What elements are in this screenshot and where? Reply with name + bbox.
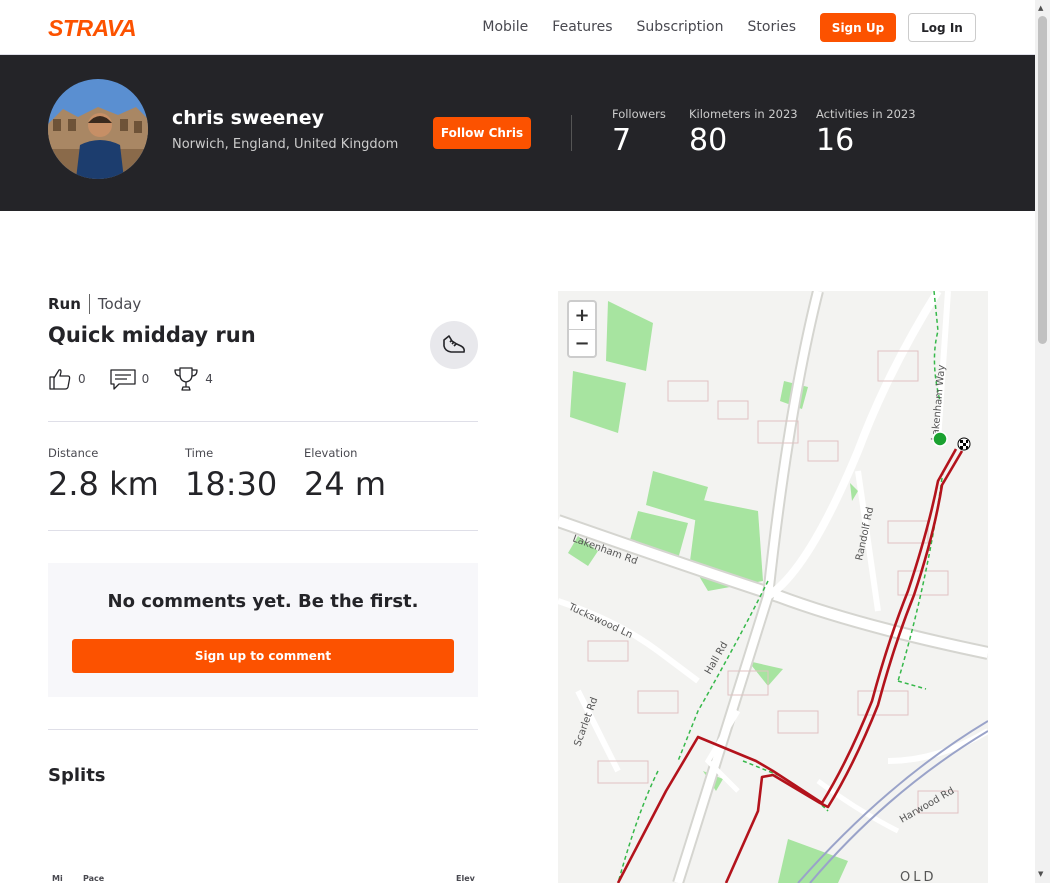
trophy-icon bbox=[174, 367, 198, 391]
stat-label: Followers bbox=[612, 107, 666, 121]
stat-label: Activities in 2023 bbox=[816, 107, 916, 121]
splits-header-elev: Elev bbox=[456, 874, 475, 883]
metric-time: Time 18:30 bbox=[185, 446, 277, 502]
achievements-button[interactable]: 4 bbox=[173, 366, 213, 392]
scrollbar-thumb[interactable] bbox=[1038, 16, 1047, 344]
activity-type: Run bbox=[48, 295, 81, 313]
strava-logo[interactable]: STRAVA bbox=[48, 17, 137, 40]
log-in-button[interactable]: Log In bbox=[908, 13, 976, 42]
thumbs-up-icon bbox=[49, 369, 71, 390]
zoom-out-button[interactable]: − bbox=[569, 330, 595, 357]
divider bbox=[48, 421, 478, 422]
comments-section: No comments yet. Be the first. Sign up t… bbox=[48, 563, 478, 697]
divider bbox=[88, 294, 90, 314]
divider bbox=[48, 530, 478, 531]
no-comments-text: No comments yet. Be the first. bbox=[107, 591, 419, 612]
run-shoe-icon bbox=[430, 321, 478, 369]
route-map[interactable]: Lakenham Rd Tuckswood Ln Hall Rd Scarlet… bbox=[558, 291, 988, 883]
nav-link-features[interactable]: Features bbox=[552, 19, 612, 35]
metric-label: Distance bbox=[48, 446, 99, 460]
kudos-count: 0 bbox=[78, 372, 86, 386]
divider bbox=[48, 729, 478, 730]
comments-button[interactable]: 0 bbox=[109, 368, 150, 390]
metric-label: Elevation bbox=[304, 446, 358, 460]
nav-link-subscription[interactable]: Subscription bbox=[637, 19, 724, 35]
metric-value: 24 m bbox=[304, 465, 387, 503]
nav-link-mobile[interactable]: Mobile bbox=[482, 19, 528, 35]
splits-title: Splits bbox=[48, 765, 106, 786]
top-navigation: STRAVA Mobile Features Subscription Stor… bbox=[0, 0, 1035, 55]
place-label-old: OLD bbox=[900, 870, 937, 883]
metric-label: Time bbox=[185, 446, 214, 460]
zoom-in-button[interactable]: + bbox=[569, 302, 595, 330]
stat-value: 16 bbox=[816, 123, 855, 158]
nav-links: Mobile Features Subscription Stories bbox=[482, 19, 796, 35]
start-marker bbox=[932, 431, 948, 447]
achievements-count: 4 bbox=[205, 372, 213, 386]
activity-type-row: Run Today bbox=[48, 294, 141, 314]
athlete-location: Norwich, England, United Kingdom bbox=[172, 137, 399, 152]
metric-distance: Distance 2.8 km bbox=[48, 446, 159, 502]
athlete-name[interactable]: chris sweeney bbox=[172, 107, 324, 129]
comment-icon bbox=[109, 369, 136, 390]
kudos-button[interactable]: 0 bbox=[48, 367, 86, 391]
splits-header-mi: Mi bbox=[52, 874, 63, 883]
follow-button[interactable]: Follow Chris bbox=[433, 117, 531, 149]
stat-value: 80 bbox=[689, 123, 728, 158]
comments-count: 0 bbox=[141, 372, 150, 386]
stat-activities: Activities in 2023 16 bbox=[816, 107, 916, 159]
scrollbar[interactable]: ▲ ▼ bbox=[1035, 0, 1050, 883]
scroll-down-icon[interactable]: ▼ bbox=[1038, 870, 1043, 878]
social-stats: 0 0 4 bbox=[48, 366, 237, 392]
avatar[interactable] bbox=[48, 79, 148, 179]
nav-link-stories[interactable]: Stories bbox=[748, 19, 797, 35]
metric-elevation: Elevation 24 m bbox=[304, 446, 386, 502]
splits-header-pace: Pace bbox=[83, 874, 105, 883]
stat-kilometers: Kilometers in 2023 80 bbox=[689, 107, 798, 159]
finish-flag-icon bbox=[957, 437, 971, 451]
scroll-up-icon[interactable]: ▲ bbox=[1038, 4, 1043, 12]
activity-title: Quick midday run bbox=[48, 323, 256, 347]
metric-value: 18:30 bbox=[185, 465, 278, 503]
sign-up-to-comment-button[interactable]: Sign up to comment bbox=[72, 639, 454, 673]
stat-followers: Followers 7 bbox=[612, 107, 666, 159]
zoom-control: + − bbox=[567, 300, 597, 358]
metric-value: 2.8 km bbox=[48, 465, 159, 503]
divider bbox=[571, 115, 572, 151]
stat-value: 7 bbox=[612, 123, 632, 158]
activity-date: Today bbox=[97, 295, 142, 313]
stat-label: Kilometers in 2023 bbox=[689, 107, 798, 121]
athlete-header: chris sweeney Norwich, England, United K… bbox=[0, 55, 1035, 211]
sign-up-button[interactable]: Sign Up bbox=[820, 13, 896, 42]
